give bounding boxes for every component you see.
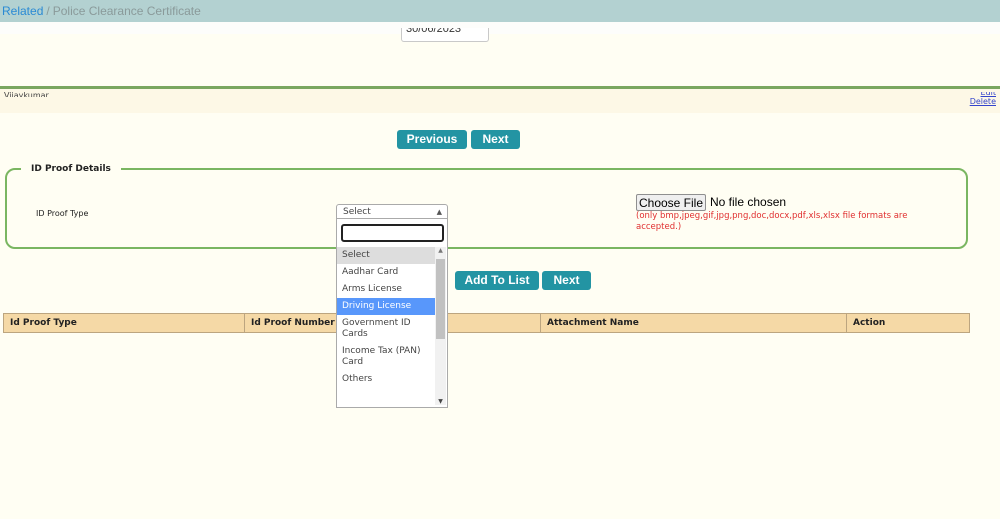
section-legend: ID Proof Details [31, 164, 111, 174]
col-id-proof-number: Id Proof Number [244, 313, 348, 333]
option-driving-license[interactable]: Driving License [337, 298, 436, 315]
record-name: Vijaykumar [4, 92, 49, 97]
file-status: No file chosen [710, 195, 787, 209]
col-action: Action [846, 313, 970, 333]
table-header-row: Id Proof Type Id Proof Number Attachment… [3, 313, 970, 333]
id-proof-type-label: ID Proof Type [36, 209, 89, 218]
next-button-top[interactable]: Next [471, 130, 520, 149]
breadcrumb-separator: / [46, 4, 50, 18]
previous-record-row [0, 89, 1000, 113]
add-to-list-button[interactable]: Add To List [455, 271, 539, 290]
scroll-up-icon[interactable]: ▲ [435, 247, 446, 254]
chevron-up-icon: ▲ [436, 208, 442, 216]
option-arms-license[interactable]: Arms License [337, 281, 436, 298]
breadcrumb-current: Police Clearance Certificate [52, 4, 201, 18]
option-aadhar-card[interactable]: Aadhar Card [337, 264, 436, 281]
col-attachment-name: Attachment Name [540, 313, 847, 333]
next-button[interactable]: Next [542, 271, 591, 290]
dropdown-search-input[interactable] [341, 224, 444, 242]
option-select[interactable]: Select [337, 247, 436, 264]
id-proof-type-dropdown: Select Aadhar Card Arms License Driving … [336, 219, 448, 408]
choose-file-button[interactable]: Choose File [636, 194, 706, 211]
previous-button[interactable]: Previous [397, 130, 467, 149]
id-proof-type-select[interactable]: Select ▲ [336, 204, 448, 219]
dropdown-scrollbar[interactable]: ▲ ▼ [435, 247, 446, 405]
scrollbar-thumb[interactable] [436, 259, 445, 339]
dropdown-options: Select Aadhar Card Arms License Driving … [337, 247, 436, 388]
option-government-id-cards[interactable]: Government ID Cards [337, 315, 436, 343]
option-others[interactable]: Others [337, 371, 436, 388]
date-field[interactable]: 30/06/2023 [401, 28, 489, 42]
col-id-proof-type: Id Proof Type [3, 313, 245, 333]
id-proof-details-section: ID Proof Details [5, 164, 968, 249]
delete-link[interactable]: Delete [970, 97, 996, 107]
scroll-down-icon[interactable]: ▼ [435, 398, 446, 405]
file-format-note: (only bmp,jpeg,gif,jpg,png,doc,docx,pdf,… [636, 211, 908, 232]
record-actions: Edit Delete [970, 92, 996, 107]
breadcrumb: Related / Police Clearance Certificate [0, 0, 1000, 22]
breadcrumb-related-link[interactable]: Related [2, 4, 43, 18]
header-strip [0, 22, 1000, 34]
option-income-tax-pan-card[interactable]: Income Tax (PAN) Card [337, 343, 436, 371]
select-value: Select [343, 207, 371, 217]
id-proof-table: Id Proof Type Id Proof Number Attachment… [3, 313, 970, 333]
